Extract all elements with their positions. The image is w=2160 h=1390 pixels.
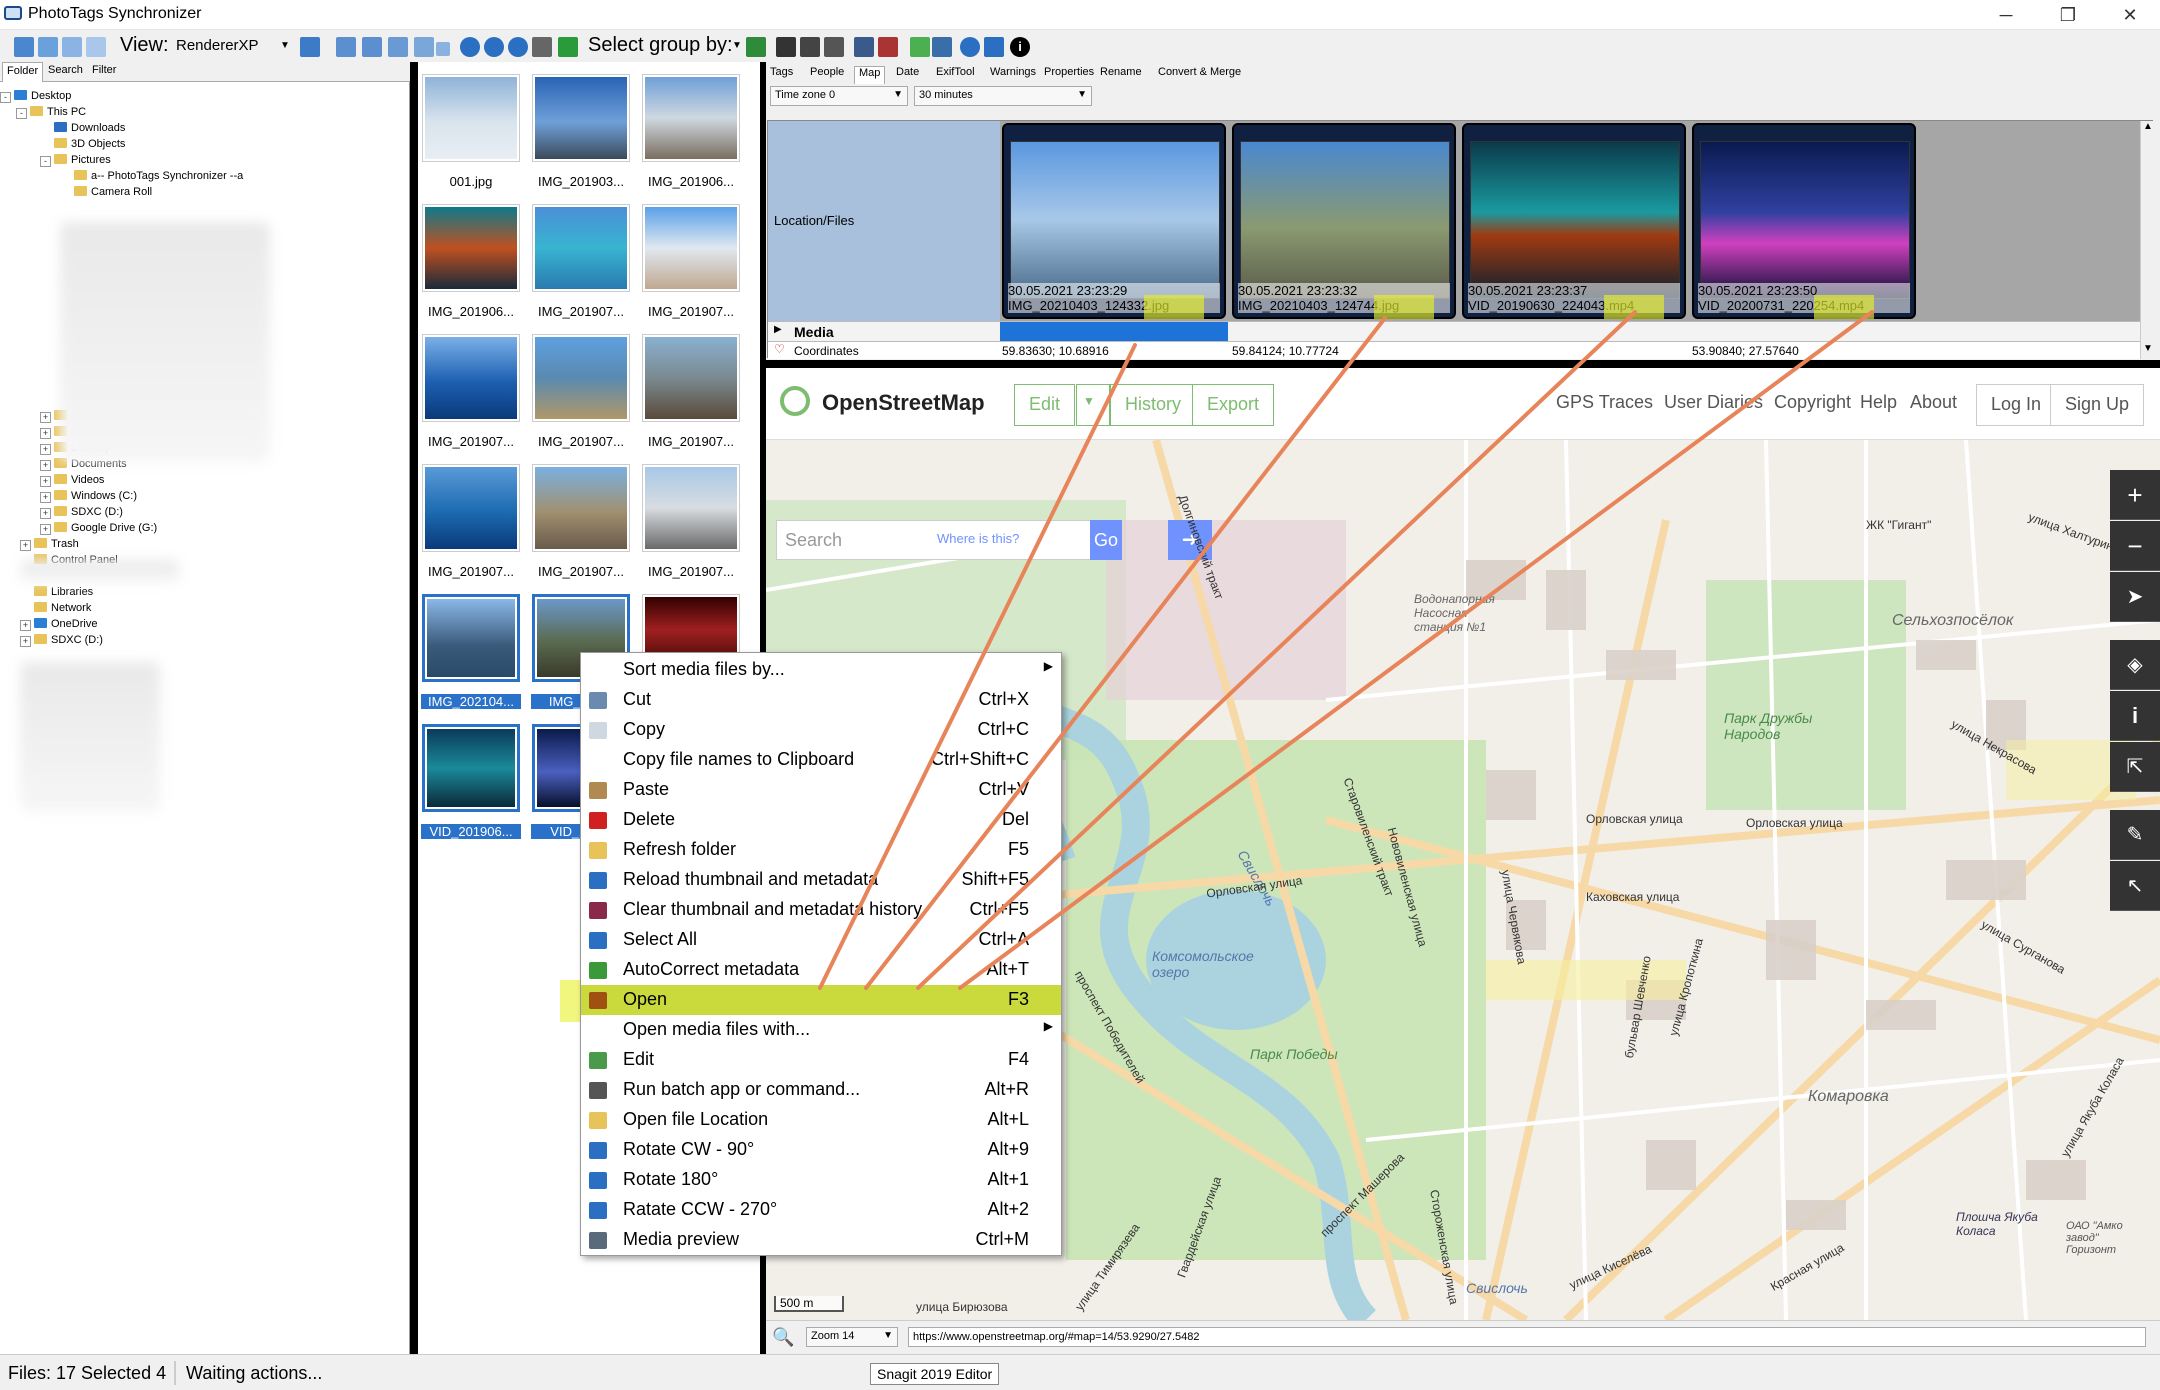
annotation-arrows <box>818 310 1874 990</box>
arrow-line <box>958 310 1874 990</box>
arrow-line <box>916 310 1637 990</box>
arrow-line <box>864 316 1387 990</box>
